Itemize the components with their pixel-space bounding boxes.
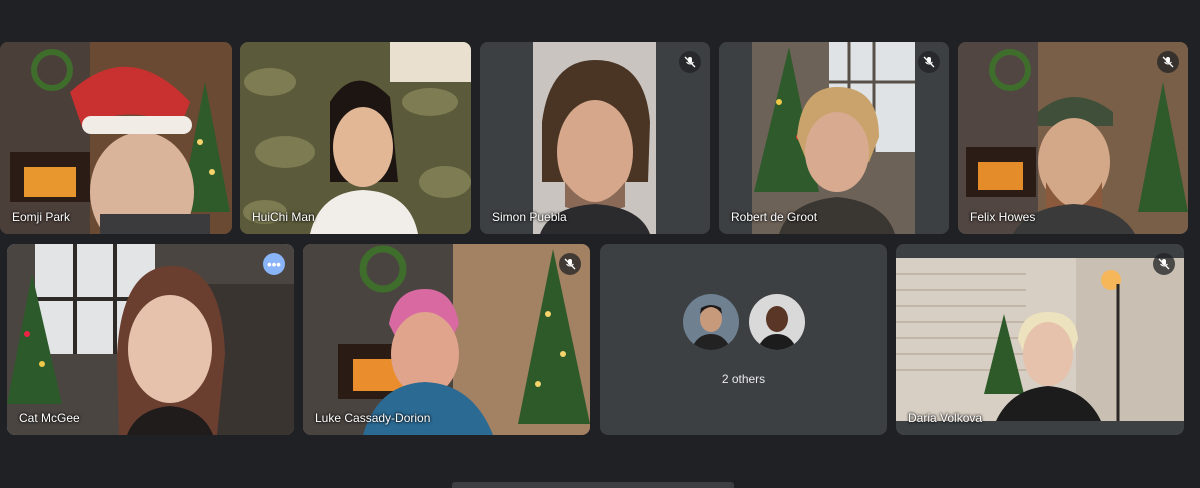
participant-name: Daria Volkova <box>908 411 983 425</box>
participant-tile-daria-volkova[interactable]: Daria Volkova <box>896 244 1184 435</box>
video-feed <box>7 244 294 435</box>
participant-tile-felix-howes[interactable]: Felix Howes <box>958 42 1188 234</box>
mic-off-icon <box>1153 253 1175 275</box>
others-label: 2 others <box>721 372 766 386</box>
participant-tile-simon-puebla[interactable]: Simon Puebla <box>480 42 710 234</box>
video-feed <box>480 42 710 234</box>
more-options-icon[interactable]: ••• <box>263 253 285 275</box>
participant-name: Robert de Groot <box>731 210 818 224</box>
others-avatars <box>600 292 887 352</box>
participant-name: HuiChi Man <box>252 210 315 224</box>
mic-off-icon <box>918 51 940 73</box>
participant-name: Luke Cassady-Dorion <box>315 411 431 425</box>
bottom-toolbar-edge <box>452 482 734 488</box>
video-feed <box>958 42 1188 234</box>
participant-tile-robert-de-groot[interactable]: Robert de Groot <box>719 42 949 234</box>
avatar <box>746 292 807 352</box>
video-feed <box>896 244 1184 435</box>
avatar <box>680 292 741 352</box>
participant-tile-eomji-park[interactable]: Eomji Park <box>0 42 232 234</box>
mic-off-icon <box>1157 51 1179 73</box>
video-feed <box>303 244 590 435</box>
participant-name: Eomji Park <box>12 210 71 224</box>
mic-off-icon <box>679 51 701 73</box>
participant-name: Felix Howes <box>970 210 1036 224</box>
video-feed <box>240 42 471 234</box>
others-tile[interactable]: 2 others <box>600 244 887 435</box>
participant-name: Cat McGee <box>19 411 80 425</box>
participant-tile-huichi-man[interactable]: HuiChi Man <box>240 42 471 234</box>
participant-name: Simon Puebla <box>492 210 567 224</box>
mic-off-icon <box>559 253 581 275</box>
participant-tile-cat-mcgee[interactable]: ••• Cat McGee <box>7 244 294 435</box>
video-feed <box>719 42 949 234</box>
video-feed <box>0 42 232 234</box>
participant-tile-luke-cassady-dorion[interactable]: Luke Cassady-Dorion <box>303 244 590 435</box>
